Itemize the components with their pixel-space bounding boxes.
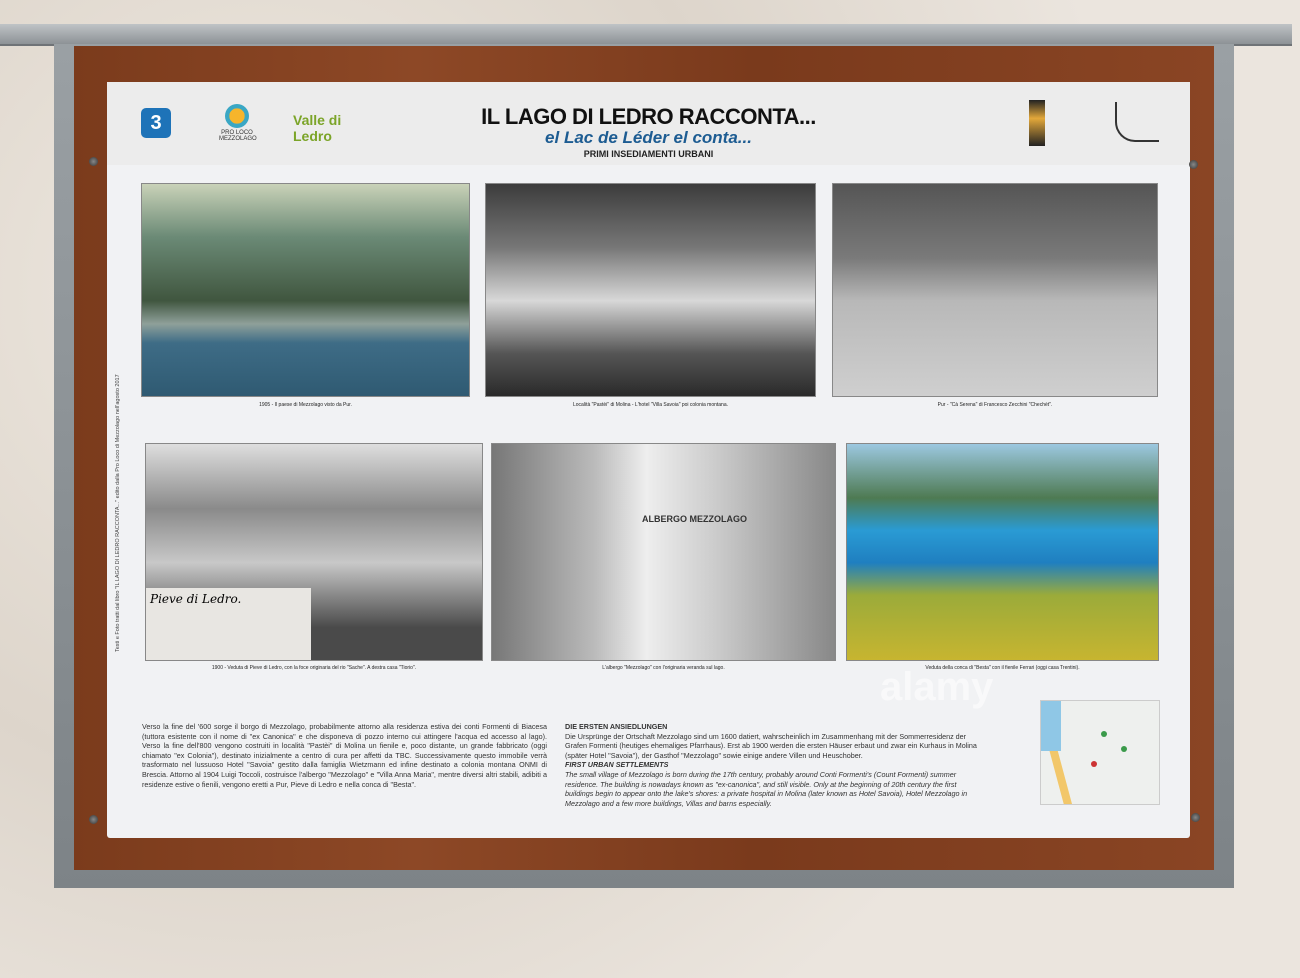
photo-villa-savoia: [485, 183, 816, 397]
photo-caption: L'albergo "Mezzolago" con l'originaria v…: [602, 665, 725, 671]
screw: [89, 815, 98, 824]
sign-title: IL LAGO DI LEDRO RACCONTA...: [481, 104, 816, 129]
screw: [1191, 813, 1200, 822]
english-heading: FIRST URBAN SETTLEMENTS: [565, 760, 669, 770]
association-logo: [1115, 102, 1159, 142]
information-sign: 3 PRO LOCO MEZZOLAGO Valle di Ledro IL L…: [107, 82, 1190, 838]
photo-albergo-mezzolago: ALBERGO MEZZOLAGO: [491, 443, 836, 661]
postcard-handwriting: Pieve di Ledro.: [146, 588, 311, 660]
sign-header: 3 PRO LOCO MEZZOLAGO Valle di Ledro IL L…: [107, 82, 1190, 165]
hotel-sign-text: ALBERGO MEZZOLAGO: [642, 514, 747, 524]
english-text: The small village of Mezzolago is born d…: [565, 769, 968, 808]
sign-subtitle: el Lac de Léder el conta...: [545, 128, 752, 147]
german-text: Die Ursprünge der Ortschaft Mezzolago si…: [565, 731, 977, 760]
location-map: [1040, 700, 1160, 805]
photo-caption: Pur - "Cà Serena" di Francesco Zecchini …: [937, 402, 1053, 408]
screw: [1189, 160, 1198, 169]
screw: [89, 157, 98, 166]
museum-logo: [1029, 100, 1045, 146]
photo-caption: 1905 - Il paese di Mezzolago visto da Pu…: [259, 402, 352, 408]
multilingual-text: DIE ERSTEN ANSIEDLUNGEN Die Ursprünge de…: [565, 722, 985, 808]
photo-caption: 1900 - Veduta di Pieve di Ledro, con la …: [211, 665, 417, 671]
watermark: alamy: [880, 665, 994, 709]
credit-text: Testi e Foto tratti dal libro "IL LAGO D…: [115, 374, 121, 652]
section-title: PRIMI INSEDIAMENTI URBANI: [583, 149, 714, 159]
photo-mezzolago-1905: [141, 183, 470, 397]
metal-rain-cover: [0, 24, 1292, 46]
photo-conca-di-besta: [846, 443, 1159, 661]
photo-caption: Località "Pastèi" di Molina - L'hotel "V…: [573, 402, 728, 408]
photo-pieve-di-ledro-1900: Pieve di Ledro.: [145, 443, 483, 661]
german-heading: DIE ERSTEN ANSIEDLUNGEN: [565, 722, 668, 731]
photo-ca-serena: [832, 183, 1158, 397]
italian-text: Verso la fine del '600 sorge il borgo di…: [142, 722, 547, 789]
